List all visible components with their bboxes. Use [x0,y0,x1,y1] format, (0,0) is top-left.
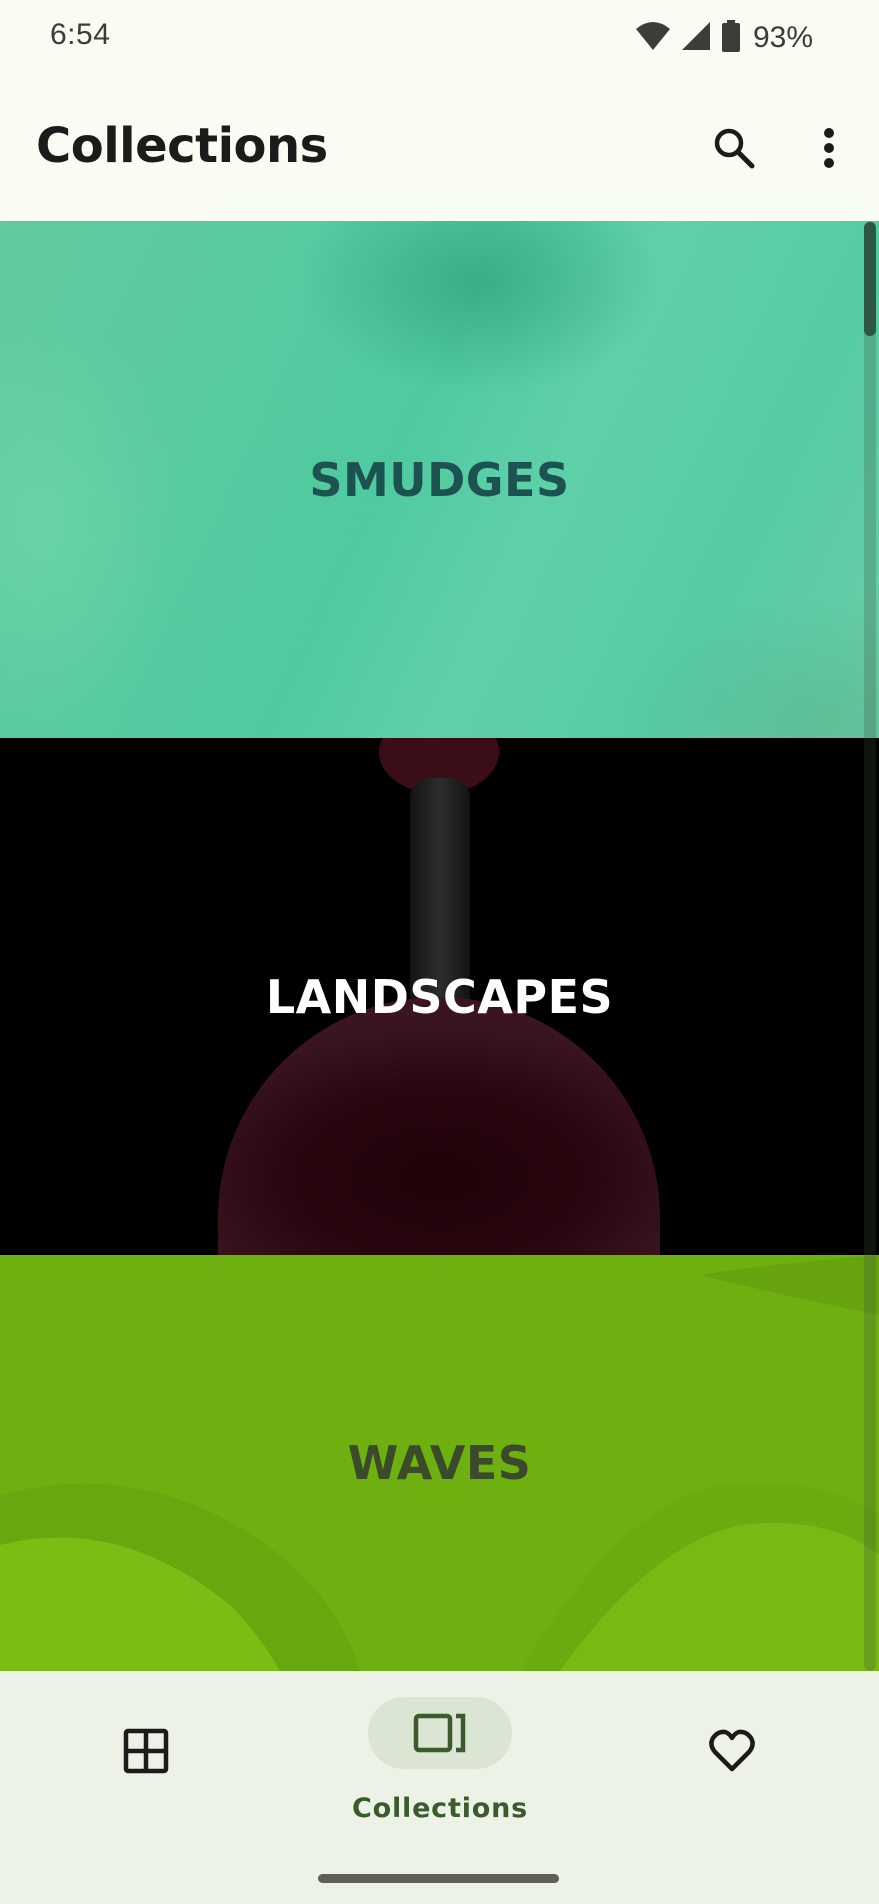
top-app-bar: Collections [0,78,879,221]
nav-label-collections: Collections [352,1793,528,1824]
heart-icon [696,1715,768,1787]
wifi-icon [635,21,671,56]
nav-item-photos[interactable] [36,1697,256,1837]
collection-label: SMUDGES [309,452,570,507]
battery-percent: 93% [752,21,813,54]
nav-item-collections[interactable]: Collections [330,1697,550,1837]
scrollbar-thumb[interactable] [864,222,876,336]
screen: 6:54 93% Collections SMUDGES LANDSCAPES … [0,0,879,1904]
more-options-button[interactable] [793,114,865,186]
status-icons: 93% [635,19,813,57]
page-title: Collections [36,118,328,174]
collection-card-waves[interactable]: WAVES [0,1255,879,1671]
gesture-navigation-bar[interactable] [318,1874,559,1883]
status-time: 6:54 [50,18,111,51]
collection-label: WAVES [347,1436,532,1490]
collections-icon [404,1697,476,1769]
collection-card-smudges[interactable]: SMUDGES [0,221,879,738]
nav-item-favorites[interactable] [622,1697,842,1837]
signal-icon [681,21,711,56]
battery-icon [721,19,741,57]
scrollbar-track[interactable] [864,221,876,1671]
collection-card-landscapes[interactable]: LANDSCAPES [0,738,879,1255]
more-vert-icon [823,127,835,173]
collection-label: LANDSCAPES [265,969,614,1024]
bottom-navigation: Collections [0,1671,879,1904]
search-button[interactable] [698,114,770,186]
collections-list[interactable]: SMUDGES LANDSCAPES WAVES [0,221,879,1671]
status-bar: 6:54 93% [0,0,879,78]
grid-icon [110,1715,182,1787]
search-icon [712,126,756,175]
